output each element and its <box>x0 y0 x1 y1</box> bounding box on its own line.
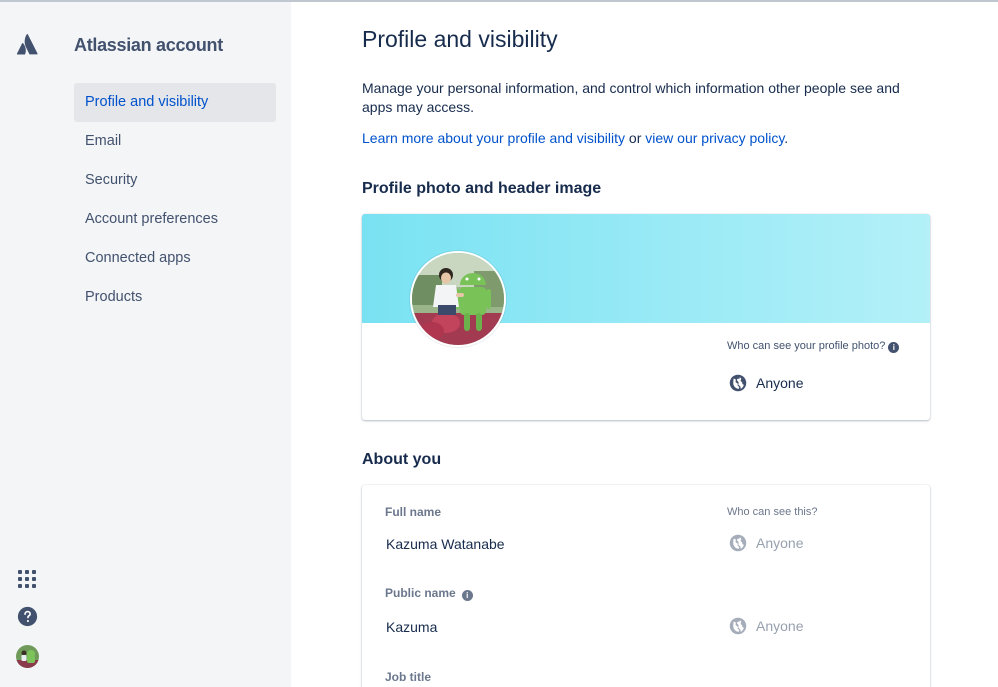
photo-visibility-question: Who can see your profile photo? <box>727 340 886 352</box>
about-section-heading: About you <box>362 451 442 468</box>
public-name-label: Public name <box>385 586 456 600</box>
photo-visibility-value: Anyone <box>756 375 804 391</box>
globe-icon <box>729 374 747 392</box>
links-period: . <box>784 130 789 146</box>
photo-section-heading: Profile photo and header image <box>362 180 602 197</box>
sidebar-item-profile-and-visibility[interactable]: Profile and visibility <box>74 83 276 122</box>
full-name-field[interactable]: Kazuma Watanabe <box>386 536 505 552</box>
info-icon[interactable]: i <box>461 590 473 601</box>
sidebar-nav: Profile and visibility Email Security Ac… <box>74 83 276 317</box>
globe-icon <box>729 534 747 552</box>
photo-visibility-label: Who can see your profile photo? i <box>727 340 900 353</box>
sidebar-item-email[interactable]: Email <box>74 122 276 161</box>
privacy-policy-link[interactable]: view our privacy policy <box>645 130 784 146</box>
about-you-card: Who can see this? Full name Kazuma Watan… <box>362 485 930 687</box>
sidebar-item-account-preferences[interactable]: Account preferences <box>74 200 276 239</box>
sidebar-item-security[interactable]: Security <box>74 161 276 200</box>
info-icon[interactable]: i <box>888 342 900 353</box>
links-separator: or <box>625 130 646 146</box>
sidebar: Atlassian account Profile and visibility… <box>0 2 291 687</box>
sidebar-item-connected-apps[interactable]: Connected apps <box>74 239 276 278</box>
sidebar-item-products[interactable]: Products <box>74 278 276 317</box>
help-icon[interactable] <box>17 606 38 627</box>
page-title: Profile and visibility <box>362 26 558 52</box>
public-name-field[interactable]: Kazuma <box>386 619 437 635</box>
apps-icon[interactable] <box>18 570 36 588</box>
profile-photo[interactable] <box>410 251 506 347</box>
learn-more-link[interactable]: Learn more about your profile and visibi… <box>362 130 625 146</box>
globe-icon <box>729 617 747 635</box>
page-description: Manage your personal information, and co… <box>362 80 900 115</box>
user-avatar[interactable] <box>16 645 39 668</box>
profile-photo-card: Who can see your profile photo? i Anyone <box>362 214 930 420</box>
public-name-visibility-value: Anyone <box>756 618 804 634</box>
full-name-label: Full name <box>385 505 442 519</box>
job-title-label: Job title <box>385 670 432 684</box>
help-links: Learn more about your profile and visibi… <box>362 130 788 146</box>
atlassian-logo-icon[interactable] <box>16 32 40 56</box>
full-name-visibility-value: Anyone <box>756 535 804 551</box>
public-name-visibility-selector[interactable]: Anyone <box>729 617 803 635</box>
photo-visibility-selector[interactable]: Anyone <box>729 374 803 392</box>
about-visibility-header: Who can see this? <box>727 506 818 518</box>
full-name-visibility-selector[interactable]: Anyone <box>729 534 803 552</box>
app-title: Atlassian account <box>74 35 223 55</box>
public-name-label-row: Public name i <box>385 586 473 601</box>
